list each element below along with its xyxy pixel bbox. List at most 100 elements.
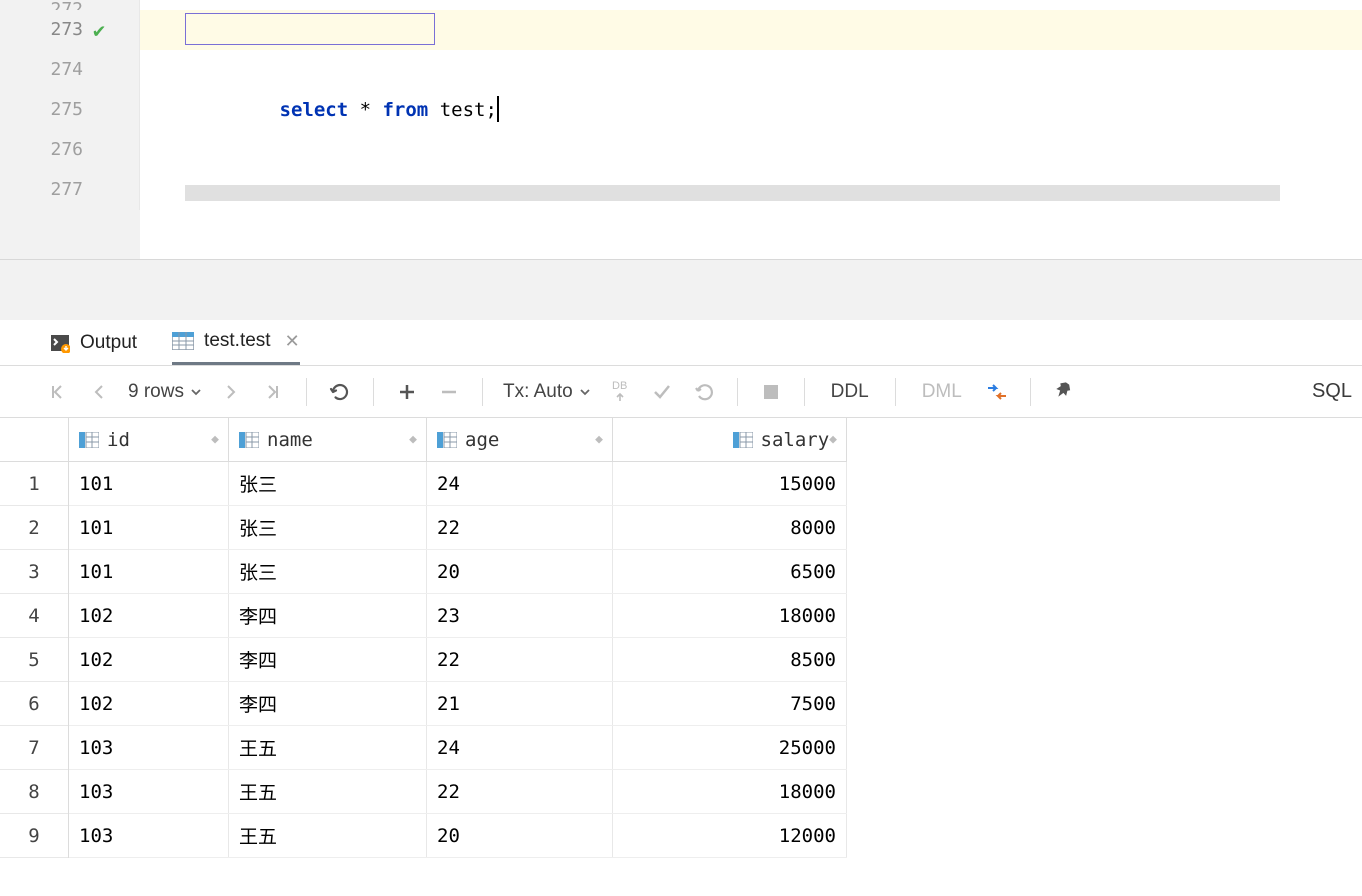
sort-icon[interactable]: ◆ (595, 432, 602, 447)
cell-name[interactable]: 王五 (229, 814, 427, 857)
row-number[interactable]: 8 (0, 770, 68, 814)
column-icon (733, 432, 753, 448)
cell-name[interactable]: 李四 (229, 638, 427, 681)
cell-salary[interactable]: 12000 (613, 814, 847, 857)
pin-button[interactable] (1047, 375, 1081, 409)
cell-id[interactable]: 102 (69, 594, 229, 637)
dml-button[interactable]: DML (912, 381, 972, 403)
cell-salary[interactable]: 8000 (613, 506, 847, 549)
cell-name[interactable]: 张三 (229, 462, 427, 505)
cell-name[interactable]: 王五 (229, 726, 427, 769)
row-number[interactable]: 6 (0, 682, 68, 726)
table-row[interactable]: 101张三228000 (69, 506, 847, 550)
code-line[interactable] (140, 90, 1362, 130)
code-line[interactable] (140, 50, 1362, 90)
cell-age[interactable]: 22 (427, 506, 613, 549)
cell-age[interactable]: 21 (427, 682, 613, 725)
line-number: 274 (43, 50, 83, 90)
add-row-button[interactable] (390, 375, 424, 409)
cell-age[interactable]: 23 (427, 594, 613, 637)
cell-salary[interactable]: 25000 (613, 726, 847, 769)
horizontal-scrollbar[interactable] (185, 185, 1280, 201)
cell-age[interactable]: 20 (427, 814, 613, 857)
tab-data[interactable]: test.test ✕ (172, 320, 300, 365)
sort-icon[interactable]: ◆ (409, 432, 416, 447)
code-line[interactable] (140, 0, 1362, 10)
row-number[interactable]: 1 (0, 462, 68, 506)
cell-salary[interactable]: 8500 (613, 638, 847, 681)
commit-button[interactable]: DB (603, 375, 637, 409)
table-row[interactable]: 103王五2425000 (69, 726, 847, 770)
row-number-header (0, 418, 68, 462)
column-header-name[interactable]: name◆ (229, 418, 427, 461)
separator (373, 378, 374, 406)
table-row[interactable]: 103王五2012000 (69, 814, 847, 858)
cell-salary[interactable]: 7500 (613, 682, 847, 725)
cell-salary[interactable]: 18000 (613, 770, 847, 813)
chevron-down-icon (190, 386, 202, 398)
column-header-id[interactable]: id◆ (69, 418, 229, 461)
table-row[interactable]: 101张三206500 (69, 550, 847, 594)
column-header-age[interactable]: age ◆ (427, 418, 613, 461)
cell-id[interactable]: 103 (69, 814, 229, 857)
ddl-button[interactable]: DDL (821, 381, 879, 403)
scrollbar-thumb[interactable] (185, 185, 1280, 201)
row-number[interactable]: 7 (0, 726, 68, 770)
revert-button[interactable] (687, 375, 721, 409)
column-icon (239, 432, 259, 448)
cell-salary[interactable]: 15000 (613, 462, 847, 505)
code-area[interactable]: select * from test; (140, 0, 1362, 259)
column-header-salary[interactable]: salary◆ (613, 418, 847, 461)
table-row[interactable]: 102李四228500 (69, 638, 847, 682)
cell-age[interactable]: 22 (427, 638, 613, 681)
refresh-button[interactable] (323, 375, 357, 409)
code-line[interactable] (140, 130, 1362, 170)
code-line-active[interactable]: select * from test; (140, 10, 1362, 50)
close-icon[interactable]: ✕ (285, 331, 300, 352)
cell-name[interactable]: 李四 (229, 682, 427, 725)
separator (1030, 378, 1031, 406)
tab-output[interactable]: Output (50, 320, 137, 365)
compare-button[interactable] (980, 375, 1014, 409)
sort-icon[interactable]: ◆ (211, 432, 218, 447)
sql-label[interactable]: SQL (1312, 380, 1352, 403)
tx-mode-dropdown[interactable]: Tx: Auto (499, 381, 595, 403)
next-page-button[interactable] (214, 375, 248, 409)
table-row[interactable]: 102李四217500 (69, 682, 847, 726)
cell-name[interactable]: 张三 (229, 550, 427, 593)
cell-name[interactable]: 李四 (229, 594, 427, 637)
cell-id[interactable]: 101 (69, 462, 229, 505)
cell-id[interactable]: 103 (69, 726, 229, 769)
remove-row-button[interactable] (432, 375, 466, 409)
apply-button[interactable] (645, 375, 679, 409)
column-label: age (465, 429, 499, 451)
row-number[interactable]: 3 (0, 550, 68, 594)
table-row[interactable]: 101张三2415000 (69, 462, 847, 506)
cell-id[interactable]: 101 (69, 550, 229, 593)
cell-salary[interactable]: 18000 (613, 594, 847, 637)
prev-page-button[interactable] (82, 375, 116, 409)
row-number[interactable]: 5 (0, 638, 68, 682)
tab-label: Output (80, 332, 137, 354)
row-count-dropdown[interactable]: 9 rows (124, 381, 206, 403)
first-page-button[interactable] (40, 375, 74, 409)
table-row[interactable]: 103王五2218000 (69, 770, 847, 814)
row-number[interactable]: 2 (0, 506, 68, 550)
cell-age[interactable]: 24 (427, 726, 613, 769)
cell-age[interactable]: 20 (427, 550, 613, 593)
cell-id[interactable]: 103 (69, 770, 229, 813)
stop-button[interactable] (754, 375, 788, 409)
cell-name[interactable]: 王五 (229, 770, 427, 813)
row-number[interactable]: 4 (0, 594, 68, 638)
cell-salary[interactable]: 6500 (613, 550, 847, 593)
sort-icon[interactable]: ◆ (829, 432, 836, 447)
cell-id[interactable]: 102 (69, 638, 229, 681)
cell-id[interactable]: 102 (69, 682, 229, 725)
cell-name[interactable]: 张三 (229, 506, 427, 549)
cell-age[interactable]: 22 (427, 770, 613, 813)
cell-id[interactable]: 101 (69, 506, 229, 549)
row-number[interactable]: 9 (0, 814, 68, 858)
table-row[interactable]: 102李四2318000 (69, 594, 847, 638)
cell-age[interactable]: 24 (427, 462, 613, 505)
last-page-button[interactable] (256, 375, 290, 409)
